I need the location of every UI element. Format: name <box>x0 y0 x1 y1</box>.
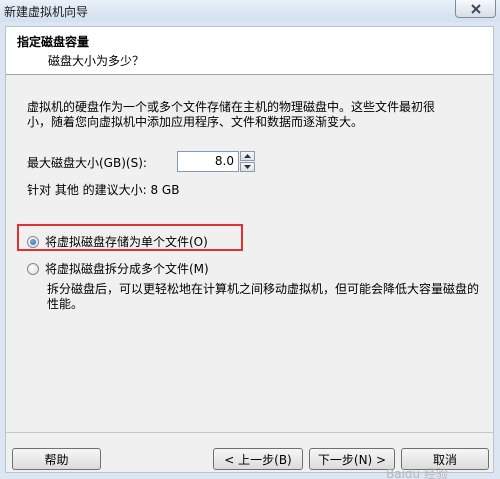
help-button[interactable]: 帮助 <box>12 448 101 470</box>
radio-checked-icon[interactable] <box>27 235 39 248</box>
wizard-window: 新建虚拟机向导 指定磁盘容量 磁盘大小为多少？ 虚拟机的硬盘作为一个或多个文件存… <box>0 0 500 479</box>
watermark: Baidu 经验 <box>386 467 448 479</box>
radio-multiple-files[interactable]: 将虚拟磁盘拆分成多个文件(M) <box>27 260 209 277</box>
next-button[interactable]: 下一步(N) > <box>309 448 395 470</box>
title-bar[interactable]: 新建虚拟机向导 <box>0 0 500 22</box>
spin-up-button[interactable] <box>240 151 255 161</box>
radio-single-file[interactable]: 将虚拟磁盘存储为单个文件(O) <box>27 233 208 250</box>
split-description-line: 性能。 <box>47 297 84 311</box>
disk-size-spinner[interactable] <box>240 151 255 172</box>
wizard-body: 指定磁盘容量 磁盘大小为多少？ 虚拟机的硬盘作为一个或多个文件存储在主机的物理磁… <box>5 26 494 479</box>
footer-divider <box>6 432 493 433</box>
page-title: 指定磁盘容量 <box>17 35 90 49</box>
disk-description: 虚拟机的硬盘作为一个或多个文件存储在主机的物理磁盘中。这些文件最初很 小，随着您… <box>27 100 477 130</box>
radio-single-file-label: 将虚拟磁盘存储为单个文件(O) <box>45 235 208 249</box>
back-button[interactable]: < 上一步(B) <box>213 448 303 470</box>
recommended-size: 针对 其他 的建议大小: 8 GB <box>27 183 180 197</box>
split-description: 拆分磁盘后，可以更轻松地在计算机之间移动虚拟机，但可能会降低大容量磁盘的 性能。 <box>47 282 487 312</box>
description-line: 小，随着您向虚拟机中添加应用程序、文件和数据而逐渐变大。 <box>27 115 364 129</box>
close-icon <box>470 3 481 14</box>
close-button[interactable] <box>455 0 496 18</box>
arrow-up-icon <box>244 154 251 158</box>
page-subtitle: 磁盘大小为多少？ <box>48 54 145 68</box>
split-description-line: 拆分磁盘后，可以更轻松地在计算机之间移动虚拟机，但可能会降低大容量磁盘的 <box>47 282 480 296</box>
radio-unchecked-icon[interactable] <box>27 262 39 275</box>
disk-size-input[interactable]: 8.0 <box>177 151 239 172</box>
wizard-header: 指定磁盘容量 磁盘大小为多少？ <box>6 27 493 75</box>
description-line: 虚拟机的硬盘作为一个或多个文件存储在主机的物理磁盘中。这些文件最初很 <box>27 100 436 114</box>
radio-multiple-files-label: 将虚拟磁盘拆分成多个文件(M) <box>45 262 209 276</box>
spin-down-button[interactable] <box>240 162 255 172</box>
window-title: 新建虚拟机向导 <box>4 5 89 19</box>
disk-size-label: 最大磁盘大小(GB)(S): <box>27 156 147 170</box>
arrow-down-icon <box>244 165 251 169</box>
